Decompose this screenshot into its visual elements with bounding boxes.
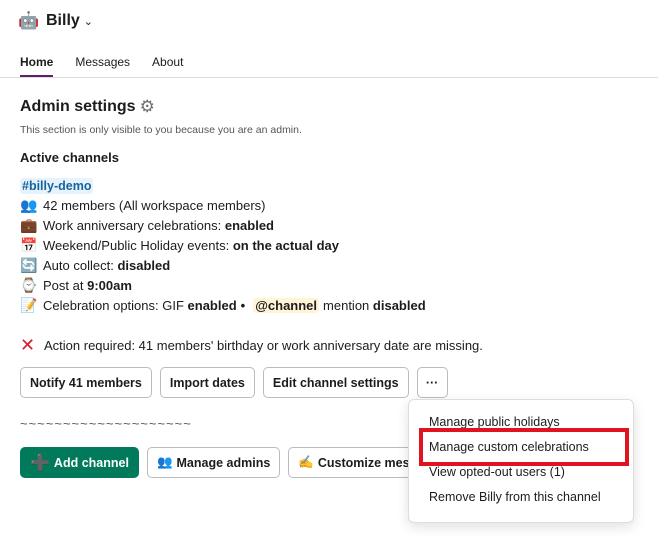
app-title[interactable]: 🤖 Billy ⌄ (18, 10, 93, 32)
manage-admins-label: Manage admins (176, 455, 271, 470)
people-icon: 👥 (20, 196, 38, 213)
import-dates-button[interactable]: Import dates (159, 367, 255, 398)
more-options-button[interactable]: ··· (416, 367, 448, 398)
people-icon: 👥 (156, 455, 173, 469)
action-required-line: ✕ Action required: 41 members' birthday … (20, 335, 650, 355)
chevron-down-icon: ⌄ (83, 15, 94, 28)
admin-settings-heading: Admin settings ⚙ (20, 96, 650, 118)
plus-icon: ➕ (30, 454, 50, 472)
edit-channel-settings-button[interactable]: Edit channel settings (262, 367, 409, 398)
members-text: 42 members (All workspace members) (43, 197, 266, 213)
anniversary-value: enabled (224, 217, 274, 233)
notify-members-button[interactable]: Notify 41 members (20, 367, 152, 398)
robot-icon: 🤖 (18, 11, 40, 30)
autocollect-value: disabled (117, 257, 171, 273)
autocollect-label: Auto collect: (43, 257, 114, 273)
watch-icon: ⌚ (20, 276, 38, 293)
post-value: 9:00am (87, 277, 132, 293)
holiday-value: on the actual day (232, 237, 340, 253)
channel-actions: Notify 41 members Import dates Edit chan… (20, 367, 650, 398)
celebration-gif-value: enabled (187, 297, 237, 313)
add-channel-label: Add channel (53, 455, 129, 470)
post-label: Post at (43, 277, 84, 293)
app-name: Billy (46, 12, 80, 29)
cross-mark-icon: ✕ (20, 334, 36, 355)
refresh-icon: 🔄 (20, 256, 38, 273)
celebration-line: 📝 Celebration options: GIF enabled • @chan… (20, 295, 650, 315)
briefcase-icon: 💼 (20, 216, 38, 233)
tab-messages[interactable]: Messages (75, 55, 130, 77)
admin-settings-title: Admin settings (20, 98, 136, 115)
menu-item-remove-billy[interactable]: Remove Billy from this channel (409, 485, 633, 510)
members-line: 👥 42 members (All workspace members) (20, 195, 650, 215)
holiday-label: Weekend/Public Holiday events: (43, 237, 230, 253)
mention-value: disabled (372, 297, 426, 313)
menu-item-manage-public-holidays[interactable]: Manage public holidays (409, 410, 633, 435)
calendar-icon: 📅 (20, 236, 38, 253)
manage-admins-button[interactable]: 👥 Manage admins (146, 447, 281, 478)
autocollect-line: 🔄 Auto collect: disabled (20, 255, 650, 275)
customize-label: Customize mess (317, 455, 417, 470)
tab-home[interactable]: Home (20, 55, 54, 77)
active-channels-heading: Active channels (20, 150, 119, 165)
channel-mention: @channel (253, 297, 320, 313)
gear-icon: ⚙ (139, 97, 155, 116)
action-required-text: Action required: 41 members' birthday or… (44, 337, 483, 353)
tab-about[interactable]: About (152, 55, 183, 77)
anniversary-label: Work anniversary celebrations: (43, 217, 222, 233)
tab-bar: Home Messages About (20, 55, 183, 77)
holiday-line: 📅 Weekend/Public Holiday events: on the … (20, 235, 650, 255)
menu-item-view-opted-out-users[interactable]: View opted-out users (1) (409, 460, 633, 485)
customize-messages-button[interactable]: ✍ Customize mess (288, 447, 427, 478)
menu-item-manage-custom-celebrations[interactable]: Manage custom celebrations (409, 435, 633, 460)
writing-hand-icon: ✍ (298, 455, 314, 469)
mention-text: mention (323, 297, 370, 313)
memo-icon: 📝 (20, 296, 38, 313)
header: 🤖 Billy ⌄ Home Messages About (0, 0, 658, 78)
admin-note: This section is only visible to you beca… (20, 124, 302, 136)
celebration-label: Celebration options: GIF (43, 297, 184, 313)
bullet-separator: • (240, 297, 246, 313)
anniversary-line: 💼 Work anniversary celebrations: enabled (20, 215, 650, 235)
add-channel-button[interactable]: ➕ Add channel (20, 447, 139, 478)
overflow-menu: Manage public holidays Manage custom cel… (408, 399, 634, 523)
post-time-line: ⌚ Post at 9:00am (20, 275, 650, 295)
channel-link[interactable]: #billy-demo (20, 178, 94, 194)
